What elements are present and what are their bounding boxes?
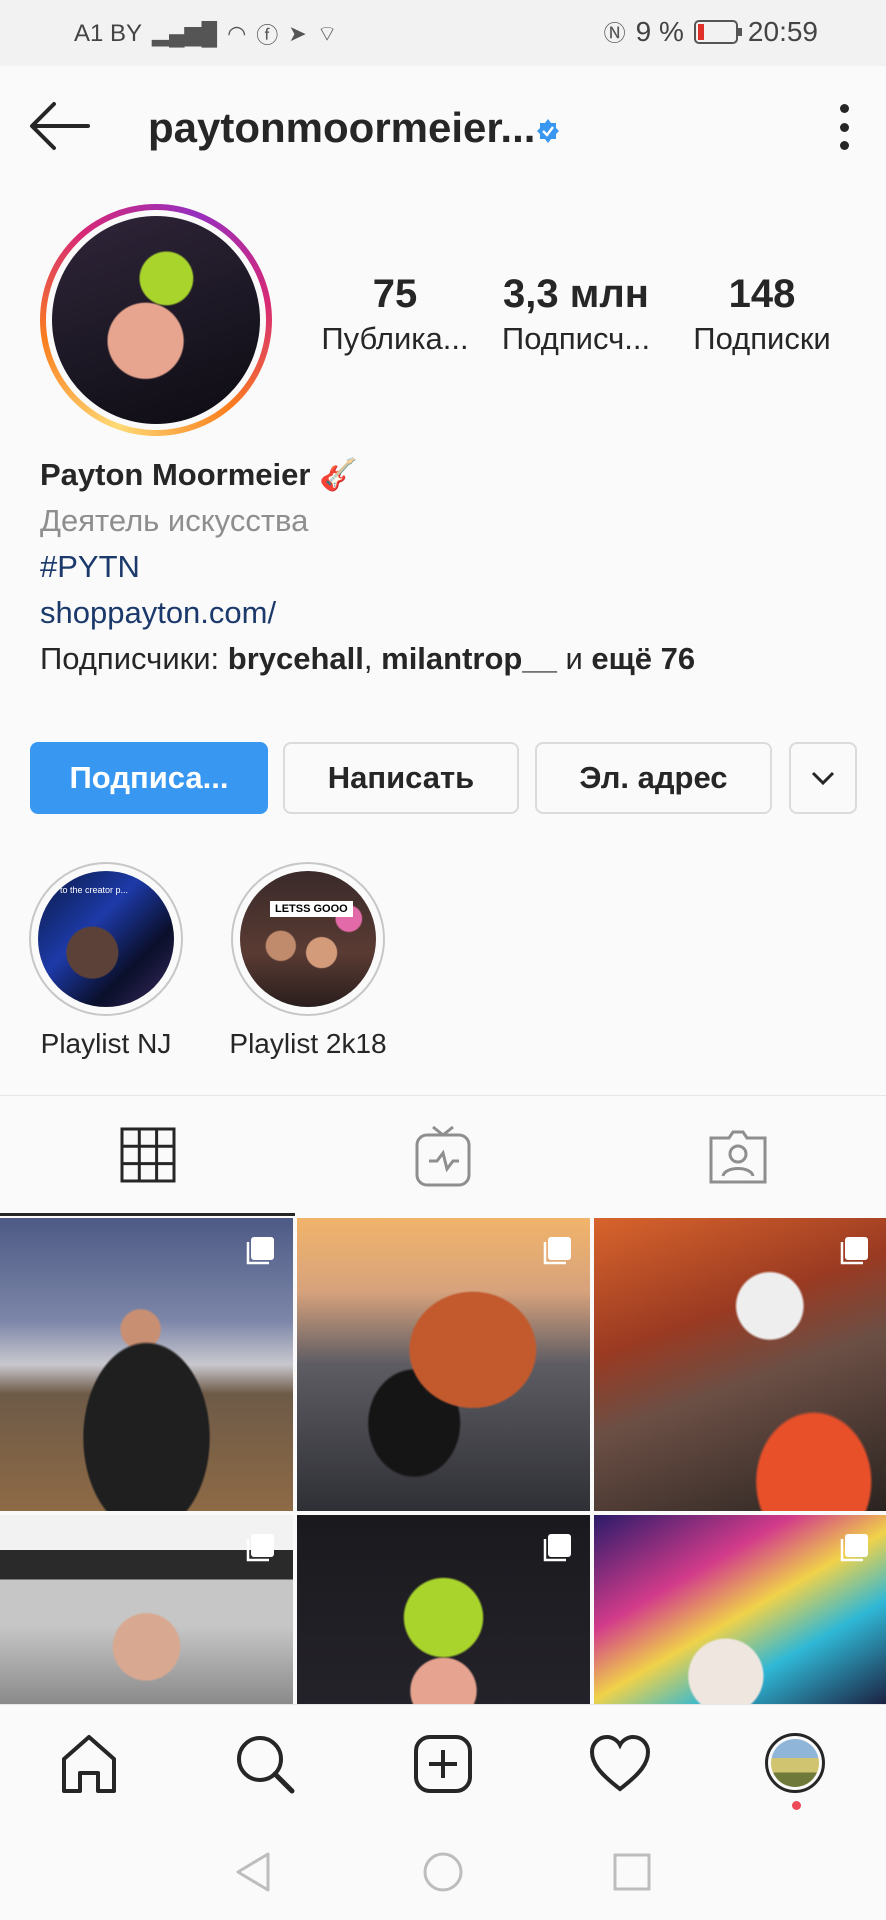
tab-igtv[interactable] <box>295 1096 590 1216</box>
email-button[interactable]: Эл. адрес <box>535 742 772 814</box>
posts-grid <box>0 1218 886 1704</box>
stat-value: 148 <box>728 272 796 316</box>
highlight-label: Playlist 2k18 <box>229 1028 387 1059</box>
notification-dot <box>792 1801 801 1810</box>
stat-label: Подписки <box>693 321 831 356</box>
nav-home[interactable] <box>58 1733 120 1795</box>
post-thumbnail[interactable] <box>297 1218 590 1511</box>
bio-link[interactable]: shoppayton.com/ <box>40 590 860 636</box>
carousel-icon <box>840 1534 868 1562</box>
nav-search[interactable] <box>234 1733 296 1795</box>
highlight-label: Playlist NJ <box>40 1028 172 1059</box>
chevron-down-icon <box>811 771 835 785</box>
status-left: A1 BY ▂▄▆█ ◠ ⓕ ➤ ⌔ <box>74 18 337 50</box>
igtv-icon <box>415 1125 470 1187</box>
activity-heart-icon <box>589 1734 651 1792</box>
stat-label: Подписч... <box>501 321 651 356</box>
nfc-icon: Ⓝ <box>603 21 626 46</box>
battery-percent: 9 % <box>635 16 684 47</box>
message-button[interactable]: Написать <box>283 742 519 814</box>
nav-activity[interactable] <box>589 1733 651 1795</box>
profile-bio: Payton Moormeier 🎸 Деятель искусства #PY… <box>40 452 860 682</box>
system-recents-icon[interactable] <box>610 1850 654 1894</box>
profile-display-name: Payton Moormeier 🎸 <box>40 457 358 492</box>
tab-tagged[interactable] <box>590 1096 886 1216</box>
carousel-icon <box>840 1237 868 1265</box>
post-thumbnail[interactable] <box>297 1515 590 1704</box>
carousel-icon <box>543 1534 571 1562</box>
bottom-navigation <box>0 1704 886 1822</box>
add-post-icon <box>414 1735 472 1793</box>
profile-tabs <box>0 1095 886 1216</box>
stat-posts[interactable]: 75 Публика... <box>310 270 480 360</box>
system-navigation <box>0 1822 886 1920</box>
nav-new-post[interactable] <box>412 1733 474 1795</box>
status-right: Ⓝ 9 % 20:59 <box>604 16 818 48</box>
followed-by-prefix: Подписчики: <box>40 641 228 676</box>
home-icon <box>62 1735 116 1793</box>
verified-badge-icon <box>537 118 560 143</box>
profile-avatar[interactable] <box>40 204 272 436</box>
nav-profile[interactable] <box>765 1733 827 1810</box>
back-arrow-icon[interactable] <box>28 96 90 156</box>
bio-hashtag[interactable]: #PYTN <box>40 544 860 590</box>
highlight-cover: to the creator p... <box>38 871 174 1007</box>
carrier-label: A1 BY <box>74 20 143 47</box>
highlight-sticker-text: LETSS GOOO <box>270 901 353 917</box>
carousel-icon <box>543 1237 571 1265</box>
separator: , <box>363 641 382 676</box>
post-thumbnail[interactable] <box>0 1218 293 1511</box>
telegram-icon: ➤ <box>288 21 307 46</box>
stat-followers[interactable]: 3,3 млн Подписч... <box>480 270 672 360</box>
stat-value: 75 <box>372 272 418 316</box>
stat-label: Публика... <box>321 321 469 356</box>
profile-stats: 75 Публика... 3,3 млн Подписч... 148 Под… <box>310 270 870 360</box>
profile-username: paytonmoormeier... <box>148 104 560 152</box>
more-followers: ещё 76 <box>591 641 696 676</box>
post-thumbnail[interactable] <box>0 1515 293 1704</box>
facebook-icon: ⓕ <box>256 23 279 48</box>
avatar-photo <box>52 216 260 424</box>
carousel-icon <box>246 1237 274 1265</box>
system-home-icon[interactable] <box>421 1850 465 1894</box>
post-thumbnail[interactable] <box>594 1515 886 1704</box>
profile-category: Деятель искусства <box>40 503 309 538</box>
highlight-playlist-2k18[interactable]: LETSS GOOO Playlist 2k18 <box>228 862 388 1060</box>
profile-header: paytonmoormeier... <box>0 66 886 186</box>
follower-name: brycehall <box>227 641 364 676</box>
suggested-dropdown-button[interactable] <box>789 742 857 814</box>
tab-grid[interactable] <box>0 1096 295 1216</box>
profile-avatar-thumb <box>765 1733 825 1793</box>
tagged-icon <box>709 1130 767 1184</box>
rss-icon: ⌔ <box>316 21 338 46</box>
battery-icon <box>693 20 742 44</box>
stat-following[interactable]: 148 Подписки <box>672 270 852 360</box>
carousel-icon <box>246 1534 274 1562</box>
highlight-cover: LETSS GOOO <box>240 871 376 1007</box>
highlight-playlist-nj[interactable]: to the creator p... Playlist NJ <box>26 862 186 1060</box>
clock: 20:59 <box>747 16 818 47</box>
system-back-icon[interactable] <box>232 1850 276 1894</box>
follower-name: milantrop__ <box>381 641 557 676</box>
conjunction: и <box>556 641 592 676</box>
search-icon <box>237 1736 295 1794</box>
wifi-icon: ◠ <box>227 21 247 46</box>
status-bar: A1 BY ▂▄▆█ ◠ ⓕ ➤ ⌔ Ⓝ 9 % 20:59 <box>0 0 886 66</box>
grid-icon <box>120 1127 175 1182</box>
stat-value: 3,3 млн <box>503 272 649 316</box>
followed-by-line[interactable]: Подписчики: brycehall, milantrop__ и ещё… <box>40 636 860 682</box>
more-options-icon[interactable] <box>838 104 850 150</box>
highlight-sticker-text: to the creator p... <box>60 885 129 895</box>
signal-icon: ▂▄▆█ <box>152 21 218 46</box>
username-text: paytonmoormeier... <box>148 104 536 151</box>
follow-button[interactable]: Подписа... <box>30 742 268 814</box>
post-thumbnail[interactable] <box>594 1218 886 1511</box>
